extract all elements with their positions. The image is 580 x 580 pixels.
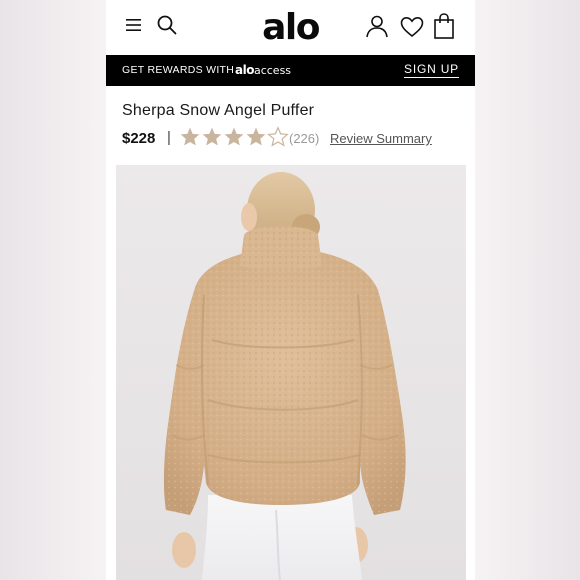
heart-icon[interactable] [399,15,425,39]
star-filled-icon [246,127,266,146]
sign-up-link[interactable]: SIGN UP [404,62,459,78]
shopping-bag-icon[interactable] [432,12,456,40]
review-count[interactable]: (226) [289,131,319,146]
alo-access-brand: alo [235,63,254,77]
product-photo-illustration [163,172,406,580]
star-filled-icon [224,127,244,146]
rewards-text: GET REWARDS WITH [122,64,235,76]
star-filled-icon [202,127,222,146]
site-header: alo [106,0,475,54]
price-separator: | [167,129,171,146]
rewards-banner: GET REWARDS WITH aloaccess SIGN UP [106,55,475,86]
account-icon[interactable] [364,13,390,39]
star-filled-icon [180,127,200,146]
alo-access-suffix: access [253,64,292,77]
alo-access-logo: aloaccess [235,55,291,86]
product-price: $228 [122,130,156,147]
review-summary-link[interactable]: Review Summary [330,131,432,146]
product-image[interactable] [116,165,466,580]
star-empty-icon [267,126,289,147]
rating-stars[interactable] [179,126,289,150]
product-title: Sherpa Snow Angel Puffer [122,102,315,119]
mobile-page: alo GET REWARDS WITH aloaccess SIGN UP S… [106,0,475,580]
